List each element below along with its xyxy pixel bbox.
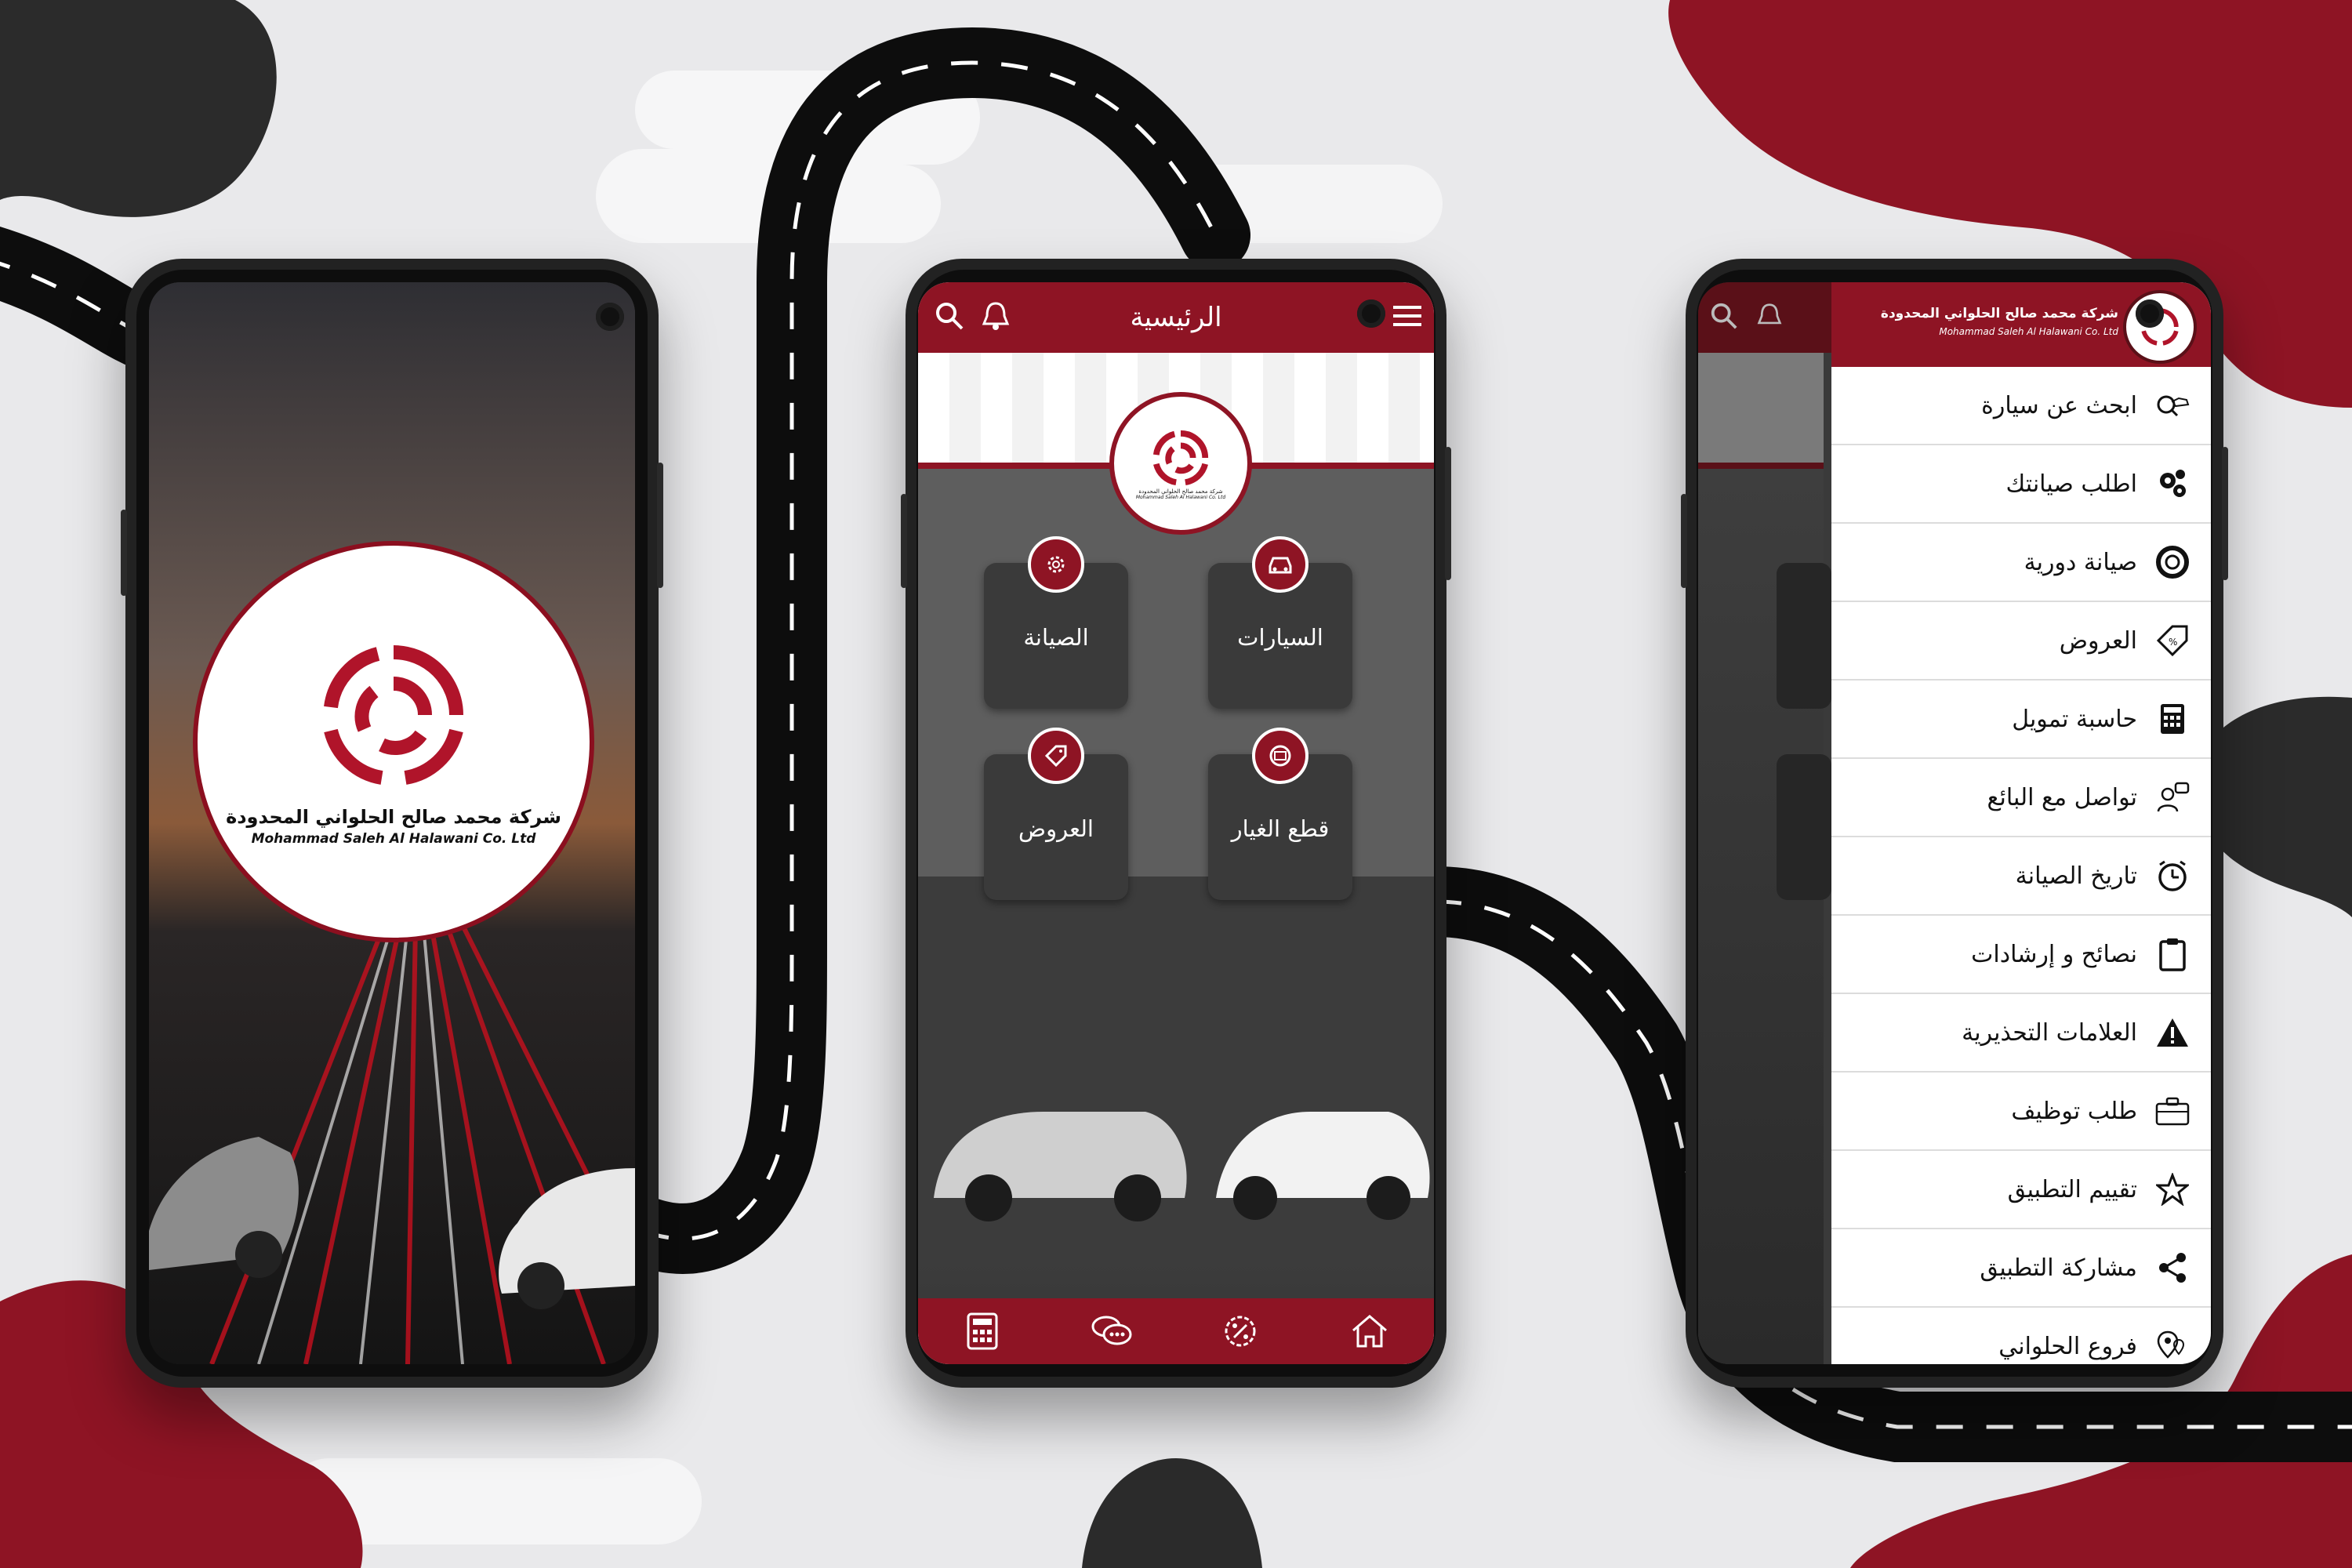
tile-maintenance[interactable]: الصيانة xyxy=(984,536,1128,709)
bell-icon[interactable] xyxy=(981,300,1011,335)
dimmed-home-strip xyxy=(1698,353,1824,469)
phone-splash: شركة محمد صالح الحلواني المحدودة Mohamma… xyxy=(121,259,663,1388)
front-camera xyxy=(596,303,624,331)
drawer-menu-item[interactable]: تواصل مع البائع xyxy=(1831,759,2211,837)
dimmed-tile xyxy=(1777,754,1831,900)
tile-cars[interactable]: السيارات xyxy=(1208,536,1352,709)
calculator-icon xyxy=(2154,701,2190,737)
drawer-menu-label: طلب توظيف xyxy=(2011,1097,2137,1125)
tile-spare-parts[interactable]: قطع الغيار xyxy=(1208,728,1352,900)
svg-text:%: % xyxy=(2169,637,2177,648)
clipboard-icon xyxy=(2154,936,2190,972)
drawer-menu-item[interactable]: فروع الحلواني xyxy=(1831,1308,2211,1364)
tile-label: السيارات xyxy=(1237,624,1323,651)
drawer-menu-list: ابحث عن سيارة اطلب صيانتك صيانة دورية العرو… xyxy=(1831,367,2211,1364)
brand-name-arabic: شركة محمد صالح الحلواني المحدودة xyxy=(1138,488,1223,495)
seller-chat-icon xyxy=(2154,779,2190,815)
drawer-menu-item[interactable]: حاسبة تمويل xyxy=(1831,681,2211,759)
drawer-menu-item[interactable]: العروض% xyxy=(1831,602,2211,681)
drawer-menu-label: فروع الحلواني xyxy=(1998,1332,2137,1360)
drawer-menu-item[interactable]: ابحث عن سيارة xyxy=(1831,367,2211,445)
drawer-brand-name-english: Mohammad Saleh Al Halawani Co. Ltd xyxy=(1939,326,2118,337)
offer-tag-icon xyxy=(1028,728,1084,784)
share-icon xyxy=(2154,1250,2190,1286)
warning-icon xyxy=(2154,1014,2190,1051)
drawer-screen: شركة محمد صالح الحلواني المحدودة Mohamma… xyxy=(1698,282,2211,1364)
chat-icon[interactable] xyxy=(1088,1308,1135,1355)
search-car-icon xyxy=(2154,387,2190,423)
drawer-menu-item[interactable]: نصائح و إرشادات xyxy=(1831,916,2211,994)
phone-home: الرئيسية شركة محمد صالح الحلواني المحدود… xyxy=(901,259,1451,1388)
brand-name-english: Mohammad Saleh Al Halawani Co. Ltd xyxy=(251,831,536,847)
company-logo-icon xyxy=(324,645,463,785)
page-title: الرئيسية xyxy=(1130,302,1222,333)
drawer-menu-label: اطلب صيانتك xyxy=(2005,470,2138,498)
drawer-menu-item[interactable]: اطلب صيانتك xyxy=(1831,445,2211,524)
drawer-menu-label: صيانة دورية xyxy=(2024,548,2137,576)
tile-label: الصيانة xyxy=(1023,624,1089,651)
drawer-menu-item[interactable]: تاريخ الصيانة xyxy=(1831,837,2211,916)
search-icon xyxy=(1709,301,1739,334)
drawer-menu-item[interactable]: صيانة دورية xyxy=(1831,524,2211,602)
search-icon[interactable] xyxy=(934,300,965,335)
briefcase-icon xyxy=(2154,1093,2190,1129)
front-camera xyxy=(1357,299,1385,328)
bell-icon xyxy=(1756,301,1783,334)
drawer-menu-label: العروض xyxy=(2059,626,2137,655)
tile-label: قطع الغيار xyxy=(1231,815,1330,842)
dimmed-tile xyxy=(1777,563,1831,709)
maintenance-gear-icon xyxy=(1028,536,1084,593)
splash-screen: شركة محمد صالح الحلواني المحدودة Mohamma… xyxy=(149,282,635,1364)
drawer-menu-label: حاسبة تمويل xyxy=(2012,705,2137,733)
front-camera xyxy=(2136,299,2164,328)
side-drawer: شركة محمد صالح الحلواني المحدودة Mohamma… xyxy=(1831,282,2211,1364)
drawer-menu-item[interactable]: مشاركة التطبيق xyxy=(1831,1229,2211,1308)
drawer-logo-badge xyxy=(2123,290,2197,364)
drawer-menu-label: مشاركة التطبيق xyxy=(1980,1254,2137,1282)
bottom-nav xyxy=(918,1298,1434,1364)
menu-icon[interactable] xyxy=(1392,303,1423,332)
phone-drawer: شركة محمد صالح الحلواني المحدودة Mohamma… xyxy=(1681,259,2228,1388)
showcase-canvas: شركة محمد صالح الحلواني المحدودة Mohamma… xyxy=(0,0,2352,1568)
gears-icon xyxy=(2154,466,2190,502)
drawer-menu-label: العلامات التحذيرية xyxy=(1962,1018,2137,1047)
home-icon[interactable] xyxy=(1346,1308,1393,1355)
drawer-brand-name-arabic: شركة محمد صالح الحلواني المحدودة xyxy=(1880,306,2118,321)
location-pin-icon xyxy=(2154,1328,2190,1364)
drawer-menu-label: تقييم التطبيق xyxy=(2007,1175,2137,1203)
home-logo-badge: شركة محمد صالح الحلواني المحدودة Mohamma… xyxy=(1109,392,1252,535)
drawer-menu-item[interactable]: تقييم التطبيق xyxy=(1831,1151,2211,1229)
discount-tag-icon: % xyxy=(2154,622,2190,659)
splash-logo-badge: شركة محمد صالح الحلواني المحدودة Mohamma… xyxy=(193,541,594,942)
tile-offers[interactable]: العروض xyxy=(984,728,1128,900)
drawer-menu-label: تواصل مع البائع xyxy=(1987,783,2137,811)
drawer-menu-item[interactable]: العلامات التحذيرية xyxy=(1831,994,2211,1073)
drawer-menu-label: تاريخ الصيانة xyxy=(2015,862,2137,890)
brand-name-english: Mohammad Saleh Al Halawani Co. Ltd xyxy=(1135,494,1226,500)
drawer-menu-label: نصائح و إرشادات xyxy=(1971,940,2137,968)
company-logo-icon xyxy=(1152,430,1209,485)
percent-offers-icon[interactable] xyxy=(1217,1308,1264,1355)
tile-label: العروض xyxy=(1018,815,1094,842)
car-icon xyxy=(1252,536,1308,593)
spare-parts-icon xyxy=(1252,728,1308,784)
drawer-menu-item[interactable]: طلب توظيف xyxy=(1831,1073,2211,1151)
home-screen: الرئيسية شركة محمد صالح الحلواني المحدود… xyxy=(918,282,1434,1364)
app-header: الرئيسية xyxy=(918,282,1434,353)
drawer-menu-label: ابحث عن سيارة xyxy=(1981,391,2137,419)
lifebuoy-icon xyxy=(2154,544,2190,580)
alarm-clock-icon xyxy=(2154,858,2190,894)
calculator-icon[interactable] xyxy=(959,1308,1006,1355)
brand-name-arabic: شركة محمد صالح الحلواني المحدودة xyxy=(226,806,561,828)
star-icon xyxy=(2154,1171,2190,1207)
